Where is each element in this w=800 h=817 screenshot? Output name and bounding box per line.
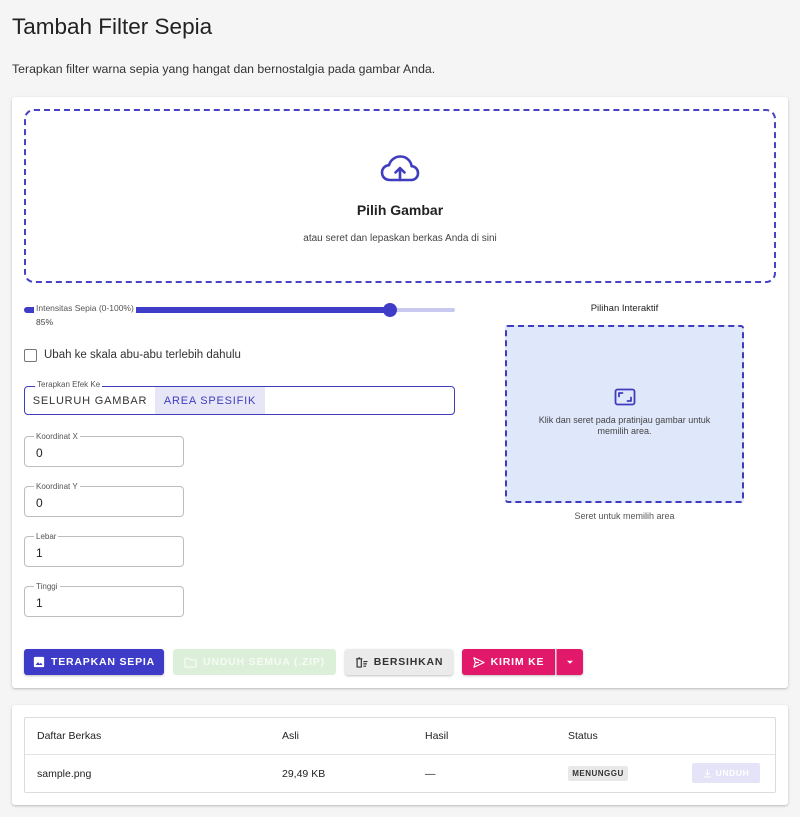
- dropzone-hint: atau seret dan lepaskan berkas Anda di s…: [303, 233, 497, 244]
- select-area-icon: [614, 388, 635, 406]
- coordinate-x-field: Koordinat X: [24, 432, 184, 467]
- download-all-label: UNDUH SEMUA (.ZIP): [203, 656, 325, 668]
- file-original-size: 29,49 KB: [282, 768, 326, 780]
- column-header-result: Hasil: [425, 730, 449, 742]
- dropzone-title: Pilih Gambar: [356, 202, 444, 218]
- status-badge: MENUNGGU: [568, 766, 628, 781]
- send-to-menu-button[interactable]: [556, 649, 583, 675]
- coordinate-y-input[interactable]: [36, 494, 176, 511]
- column-header-original: Asli: [282, 730, 299, 742]
- caret-down-icon: [567, 660, 573, 664]
- file-dropzone[interactable]: Pilih Gambar atau seret dan lepaskan ber…: [24, 109, 776, 283]
- page-subtitle: Terapkan filter warna sepia yang hangat …: [12, 62, 436, 76]
- table-header-row: Daftar Berkas Asli Hasil Status: [25, 718, 775, 755]
- apply-sepia-button[interactable]: TERAPKAN SEPIA: [24, 649, 164, 675]
- height-input[interactable]: [36, 594, 176, 611]
- row-download-label: UNDUH: [715, 768, 750, 778]
- apply-to-toggle-group: Terapkan Efek Ke SELURUH GAMBAR AREA SPE…: [24, 380, 455, 415]
- toggle-whole-image[interactable]: SELURUH GAMBAR: [25, 387, 155, 414]
- send-to-button[interactable]: KIRIM KE: [462, 649, 555, 675]
- selection-hint: Klik dan seret pada pratinjau gambar unt…: [538, 415, 711, 436]
- clear-label: BERSIHKAN: [373, 656, 444, 668]
- file-result: —: [425, 768, 436, 780]
- width-input[interactable]: [36, 544, 176, 561]
- page-title: Tambah Filter Sepia: [12, 14, 213, 39]
- slider-thumb[interactable]: [383, 303, 398, 317]
- grayscale-label: Ubah ke skala abu-abu terlebih dahulu: [44, 349, 241, 361]
- column-header-file-list: Daftar Berkas: [37, 730, 102, 742]
- clear-button[interactable]: BERSIHKAN: [345, 649, 453, 675]
- row-download-button[interactable]: UNDUH: [692, 763, 760, 783]
- column-header-status: Status: [568, 730, 598, 742]
- file-name: sample.png: [37, 768, 92, 780]
- download-icon: [703, 768, 711, 778]
- coordinate-x-input[interactable]: [36, 444, 176, 461]
- folder-icon: [184, 657, 197, 668]
- table-row: sample.png 29,49 KB — MENUNGGU UNDUH: [25, 755, 775, 793]
- intensity-value: 85%: [36, 317, 54, 327]
- toggle-specific-area[interactable]: AREA SPESIFIK: [155, 387, 265, 414]
- width-field: Lebar: [24, 532, 184, 567]
- send-to-label: KIRIM KE: [490, 656, 545, 668]
- editor-card: Pilih Gambar atau seret dan lepaskan ber…: [12, 97, 788, 688]
- apply-sepia-label: TERAPKAN SEPIA: [51, 656, 155, 668]
- grayscale-option[interactable]: Ubah ke skala abu-abu terlebih dahulu: [24, 347, 241, 363]
- height-field: Tinggi: [24, 582, 184, 617]
- files-card: Daftar Berkas Asli Hasil Status sample.p…: [12, 705, 788, 805]
- download-all-button[interactable]: UNDUH SEMUA (.ZIP): [173, 649, 336, 675]
- coordinate-x-label: Koordinat X: [34, 432, 80, 441]
- image-icon: [33, 656, 45, 668]
- clear-icon: [355, 656, 368, 668]
- selection-preview-area[interactable]: Klik dan seret pada pratinjau gambar unt…: [505, 325, 744, 503]
- intensity-label: Intensitas Sepia (0-100%): [34, 303, 136, 313]
- coordinate-y-label: Koordinat Y: [34, 482, 80, 491]
- coordinate-y-field: Koordinat Y: [24, 482, 184, 517]
- width-label: Lebar: [34, 532, 59, 541]
- cloud-upload-icon: [380, 155, 420, 182]
- selection-caption: Seret untuk memilih area: [574, 511, 675, 521]
- apply-to-label: Terapkan Efek Ke: [35, 380, 103, 389]
- grayscale-checkbox[interactable]: [24, 348, 37, 362]
- files-table: Daftar Berkas Asli Hasil Status sample.p…: [24, 717, 776, 793]
- interactive-panel-title: Pilihan Interaktif: [590, 303, 659, 314]
- height-label: Tinggi: [34, 582, 60, 591]
- send-icon: [473, 656, 485, 668]
